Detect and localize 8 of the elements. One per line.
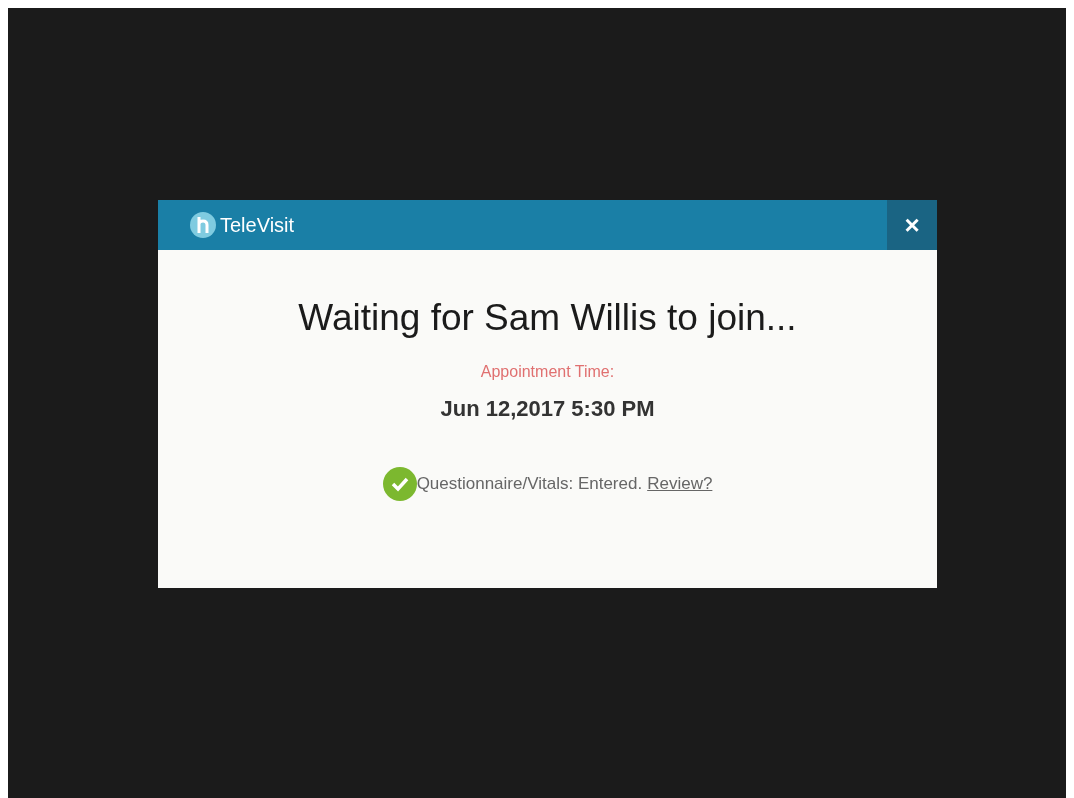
close-button[interactable]: × [887, 200, 937, 250]
review-link[interactable]: Review? [647, 470, 713, 497]
dialog-title: TeleVisit [220, 213, 295, 238]
waiting-heading: Waiting for Sam Willis to join... [298, 296, 797, 340]
status-text: Questionnaire/Vitals: Entered. [416, 472, 643, 495]
appointment-time: Jun 12,2017 5:30 PM [440, 394, 655, 423]
appointment-label: Appointment Time: [480, 361, 615, 382]
logo-icon [190, 212, 216, 238]
